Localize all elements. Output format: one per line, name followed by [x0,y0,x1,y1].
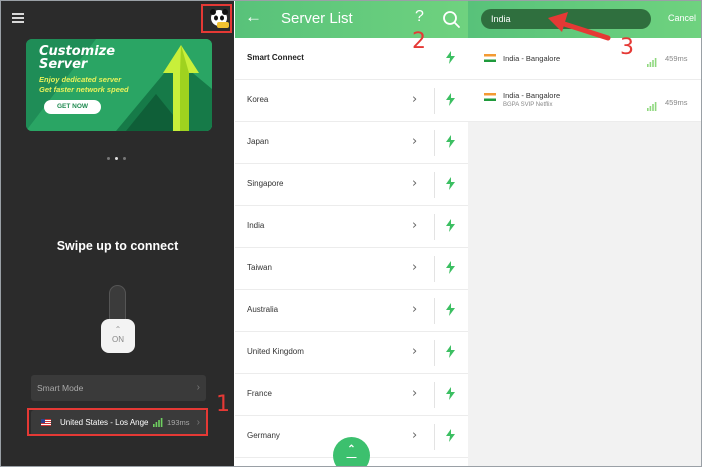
quick-connect-bolt-icon[interactable] [446,219,455,237]
chevron-right-icon[interactable]: › [412,218,417,233]
annotation-highlight-1 [27,408,208,436]
connect-slider-knob[interactable]: ⌃ ON [101,319,135,353]
server-item-label: Germany [247,431,280,440]
chevron-right-icon: › [196,382,200,393]
search-results: India - Bangalore 459ms India - Bangalore B… [468,38,701,122]
server-item-smart-connect[interactable]: Smart Connect [235,38,468,80]
server-item[interactable]: Australia › [235,290,468,332]
result-latency: 459ms [665,98,688,107]
page-title: Server List [281,10,353,27]
server-item-label: Korea [247,95,269,104]
server-item[interactable]: India › [235,206,468,248]
customize-server-banner[interactable]: Customize Server Enjoy dedicated server … [26,39,212,131]
divider [434,298,435,324]
result-name: India - Bangalore [503,91,561,100]
chevron-right-icon[interactable]: › [412,428,417,443]
menu-icon[interactable] [12,13,24,23]
divider [434,382,435,408]
back-arrow-icon[interactable]: ← [245,7,262,27]
carousel-dot [123,157,126,160]
chevron-right-icon[interactable]: › [412,302,417,317]
banner-subtitle: Enjoy dedicated server Get faster networ… [39,75,129,94]
swipe-up-label: Swipe up to connect [56,239,179,253]
annotation-number-1: 1 [216,392,230,417]
quick-connect-bolt-icon[interactable] [446,93,455,111]
india-flag-icon [484,93,496,101]
server-item[interactable]: France › [235,374,468,416]
server-item[interactable]: Singapore › [235,164,468,206]
carousel-indicator [107,147,131,165]
annotation-number-2: 2 [412,29,426,54]
result-name: India - Bangalore [503,54,561,63]
server-item-label: India [247,221,265,230]
double-chevron-up-icon: ⌃ — [346,444,357,463]
quick-connect-bolt-icon[interactable] [446,135,455,153]
result-latency: 459ms [665,54,688,63]
carousel-dot [107,157,110,160]
search-icon[interactable] [440,8,462,30]
cancel-button[interactable]: Cancel [668,13,696,23]
banner-title: Customize Server [39,44,116,72]
quick-connect-bolt-icon[interactable] [446,387,455,405]
chevron-right-icon[interactable]: › [412,344,417,359]
annotation-highlight-2 [201,4,232,33]
signal-strength-icon [647,54,657,72]
chevron-right-icon[interactable]: › [412,134,417,149]
chevron-right-icon[interactable]: › [412,176,417,191]
get-now-button[interactable]: GET NOW [44,100,101,114]
server-item[interactable]: Korea › [235,80,468,122]
carousel-dot-active [115,157,118,160]
server-list-screen: ← Server List ? Smart Connect Korea › Japan… [235,1,468,466]
quick-connect-bolt-icon[interactable] [446,261,455,279]
smart-mode-button[interactable]: Smart Mode › [31,375,206,401]
divider [434,130,435,156]
divider [434,424,435,450]
server-item[interactable]: United Kingdom › [235,332,468,374]
scroll-to-top-button[interactable]: ⌃ — [333,437,370,466]
divider [434,256,435,282]
server-list-header: ← Server List ? [235,1,468,38]
quick-connect-bolt-icon[interactable] [446,177,455,195]
server-item-label: Australia [247,305,279,314]
quick-connect-bolt-icon[interactable] [446,345,455,363]
result-subtitle: BGPA SVIP Netflix [503,102,553,108]
server-item[interactable]: Japan › [235,122,468,164]
annotation-arrow [548,12,611,41]
quick-connect-bolt-icon[interactable] [446,51,455,69]
divider [434,340,435,366]
chevron-right-icon[interactable]: › [412,386,417,401]
knob-label: ON [112,335,124,344]
server-item[interactable]: Taiwan › [235,248,468,290]
server-item-label: Smart Connect [247,53,304,62]
help-icon[interactable]: ? [415,8,424,26]
home-screen: Customize Server Enjoy dedicated server … [1,1,234,466]
chevron-up-icon: ⌃ [114,325,122,334]
chevron-right-icon[interactable]: › [412,260,417,275]
search-result-item[interactable]: India - Bangalore BGPA SVIP Netflix 459ms [468,80,701,122]
chevron-right-icon[interactable]: › [412,92,417,107]
signal-strength-icon [647,98,657,116]
server-item-label: Singapore [247,179,284,188]
divider [434,88,435,114]
india-flag-icon [484,54,496,62]
server-item-label: France [247,389,272,398]
quick-connect-bolt-icon[interactable] [446,429,455,447]
server-item-label: Japan [247,137,269,146]
divider [434,172,435,198]
server-item-label: United Kingdom [247,347,304,356]
quick-connect-bolt-icon[interactable] [446,303,455,321]
server-item-label: Taiwan [247,263,272,272]
annotation-number-3: 3 [620,35,634,60]
divider [434,214,435,240]
search-screen: India Cancel India - Bangalore 459ms India… [468,1,701,466]
smart-mode-label: Smart Mode [37,383,84,393]
